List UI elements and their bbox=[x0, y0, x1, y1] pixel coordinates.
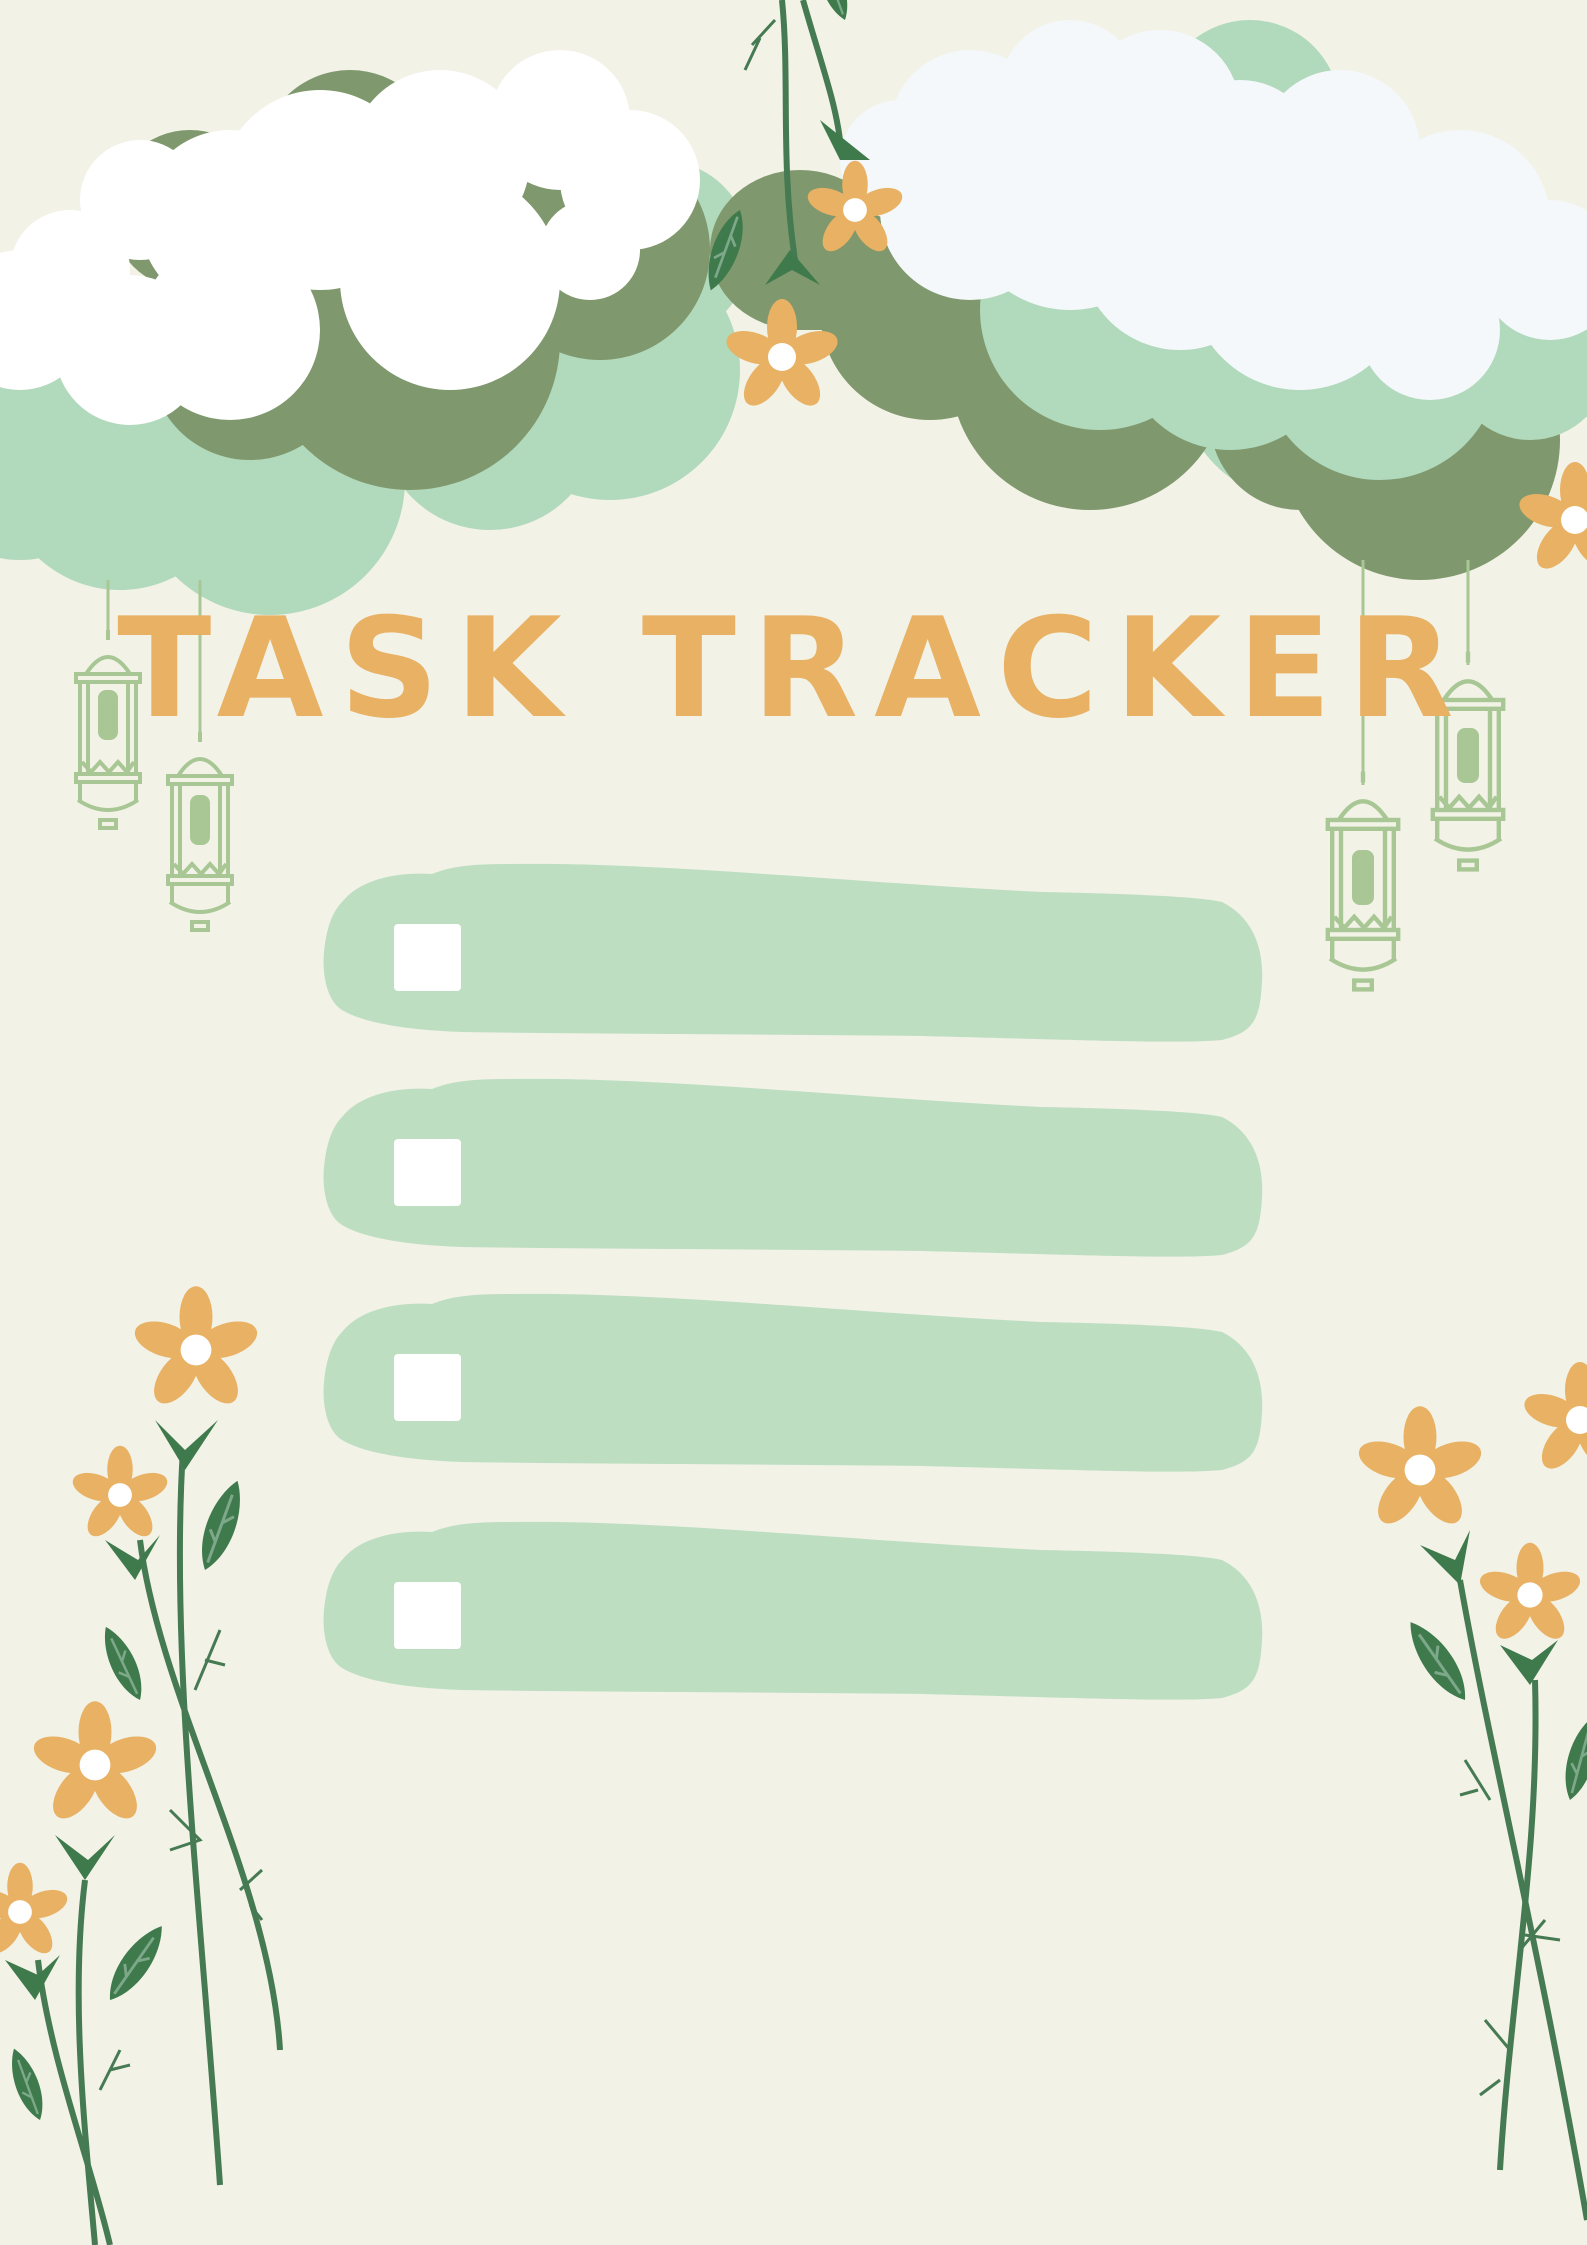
task-row-background bbox=[323, 1521, 1263, 1700]
task-row-background bbox=[323, 863, 1263, 1042]
flower-vine-left bbox=[0, 1286, 283, 2245]
task-checkbox[interactable] bbox=[394, 924, 461, 991]
task-checkbox[interactable] bbox=[394, 1582, 461, 1649]
task-row-background bbox=[323, 1078, 1263, 1257]
task-row[interactable] bbox=[322, 1077, 1264, 1259]
task-row[interactable] bbox=[322, 1520, 1264, 1702]
task-row[interactable] bbox=[322, 1292, 1264, 1474]
flower-vine-right bbox=[1354, 1362, 1587, 2221]
cloud-cluster-left bbox=[0, 50, 750, 615]
page-title: TASK TRACKER bbox=[117, 588, 1470, 749]
task-checkbox[interactable] bbox=[394, 1139, 461, 1206]
task-row-background bbox=[323, 1293, 1263, 1472]
task-row[interactable] bbox=[322, 862, 1264, 1044]
cloud-cluster-right bbox=[710, 20, 1587, 580]
task-checkbox[interactable] bbox=[394, 1354, 461, 1421]
